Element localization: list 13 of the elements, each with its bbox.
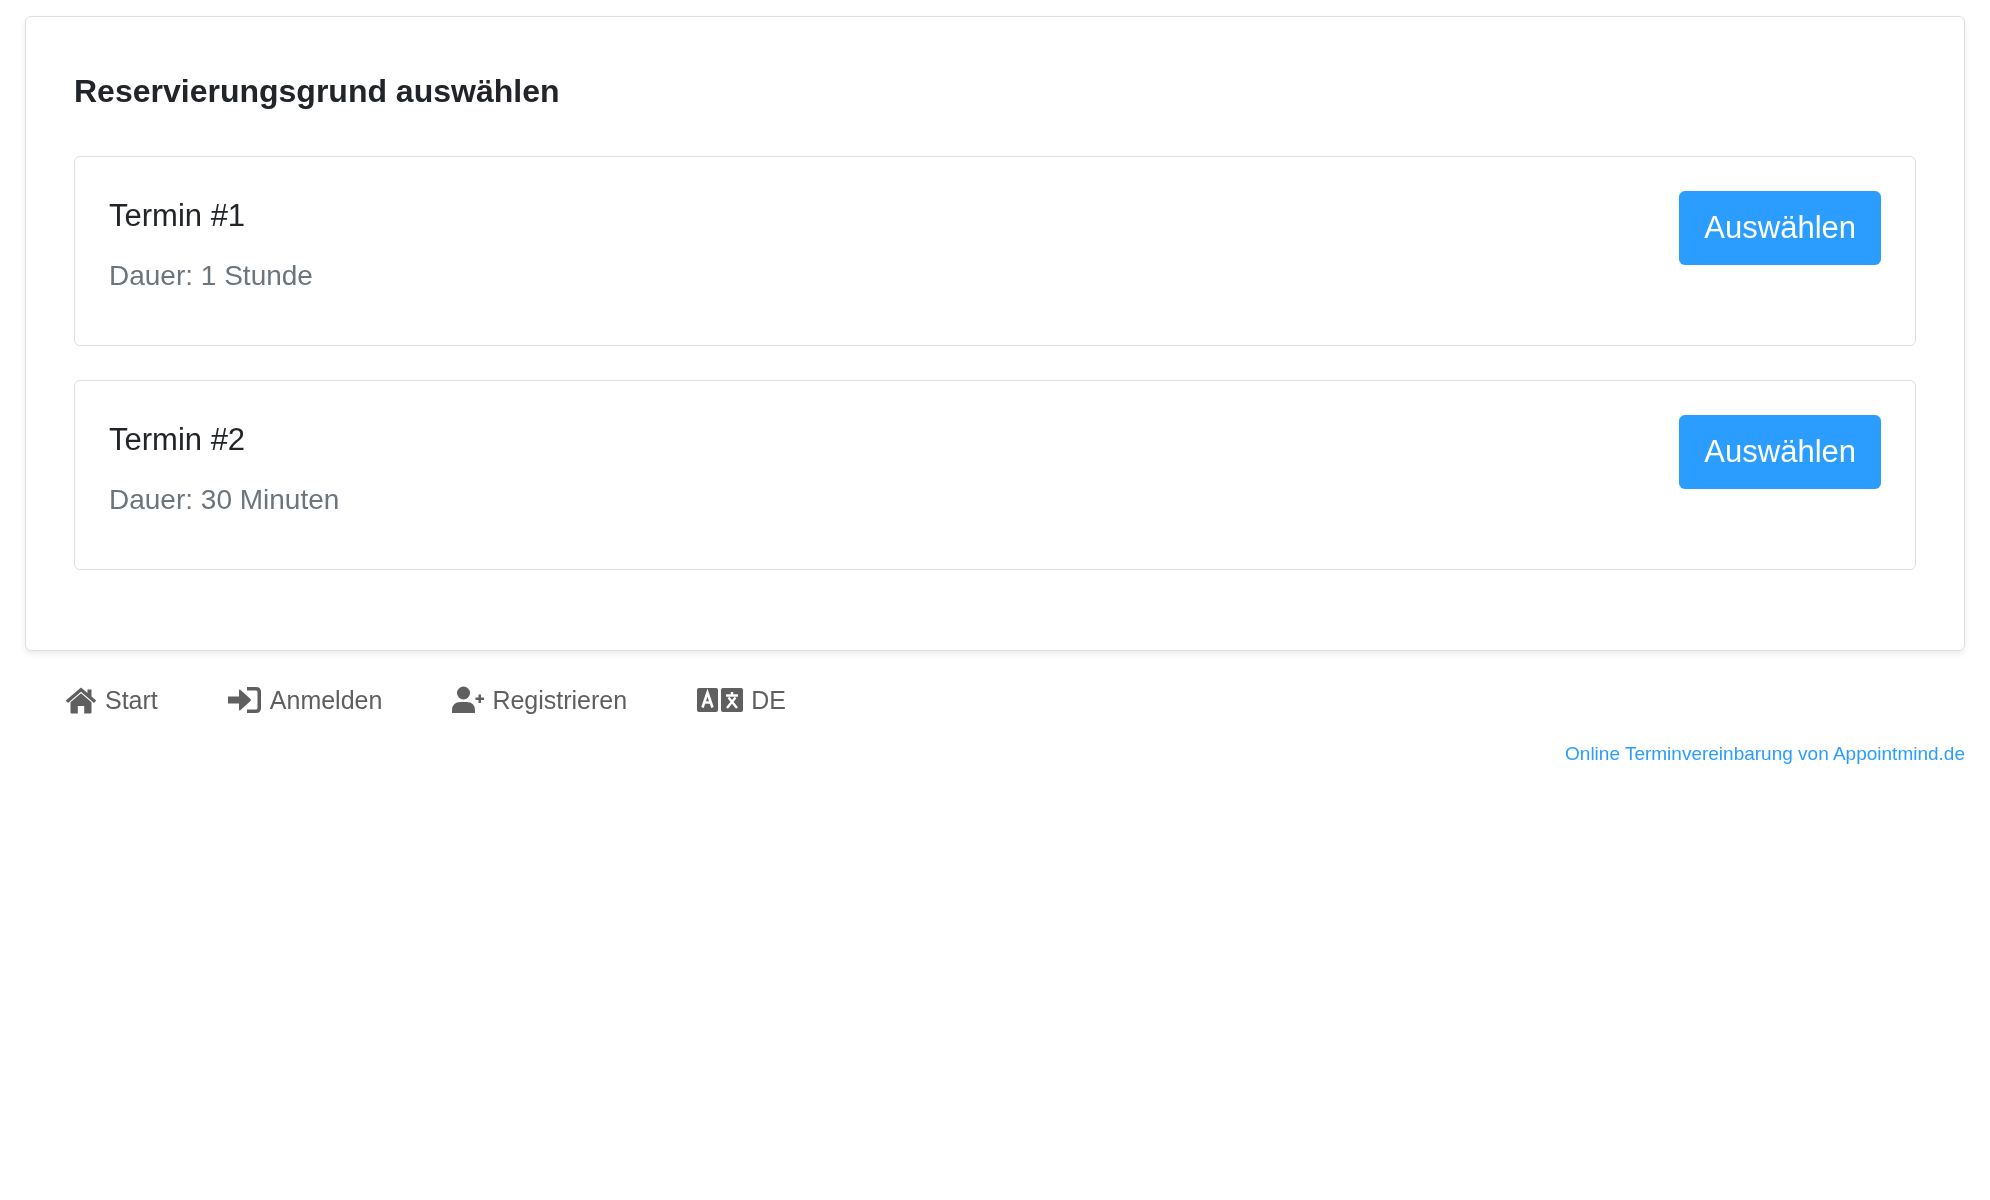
nav-link[interactable]: Anmelden bbox=[227, 682, 383, 718]
sign-in-icon bbox=[227, 686, 262, 714]
nav-link[interactable]: DE bbox=[697, 682, 786, 718]
option-title: Termin #2 bbox=[109, 421, 247, 459]
section-heading: Reservierungsgrund auswählen bbox=[74, 72, 561, 110]
user-plus-icon bbox=[452, 686, 485, 714]
option-title: Termin #1 bbox=[109, 197, 247, 235]
language-icon bbox=[697, 688, 744, 712]
option-duration: Dauer: 1 Stunde bbox=[109, 259, 313, 293]
nav-link[interactable]: Start bbox=[65, 682, 158, 718]
option-duration: Dauer: 30 Minuten bbox=[109, 483, 340, 517]
nav-link[interactable]: Registrieren bbox=[452, 682, 628, 718]
home-icon bbox=[65, 686, 97, 714]
